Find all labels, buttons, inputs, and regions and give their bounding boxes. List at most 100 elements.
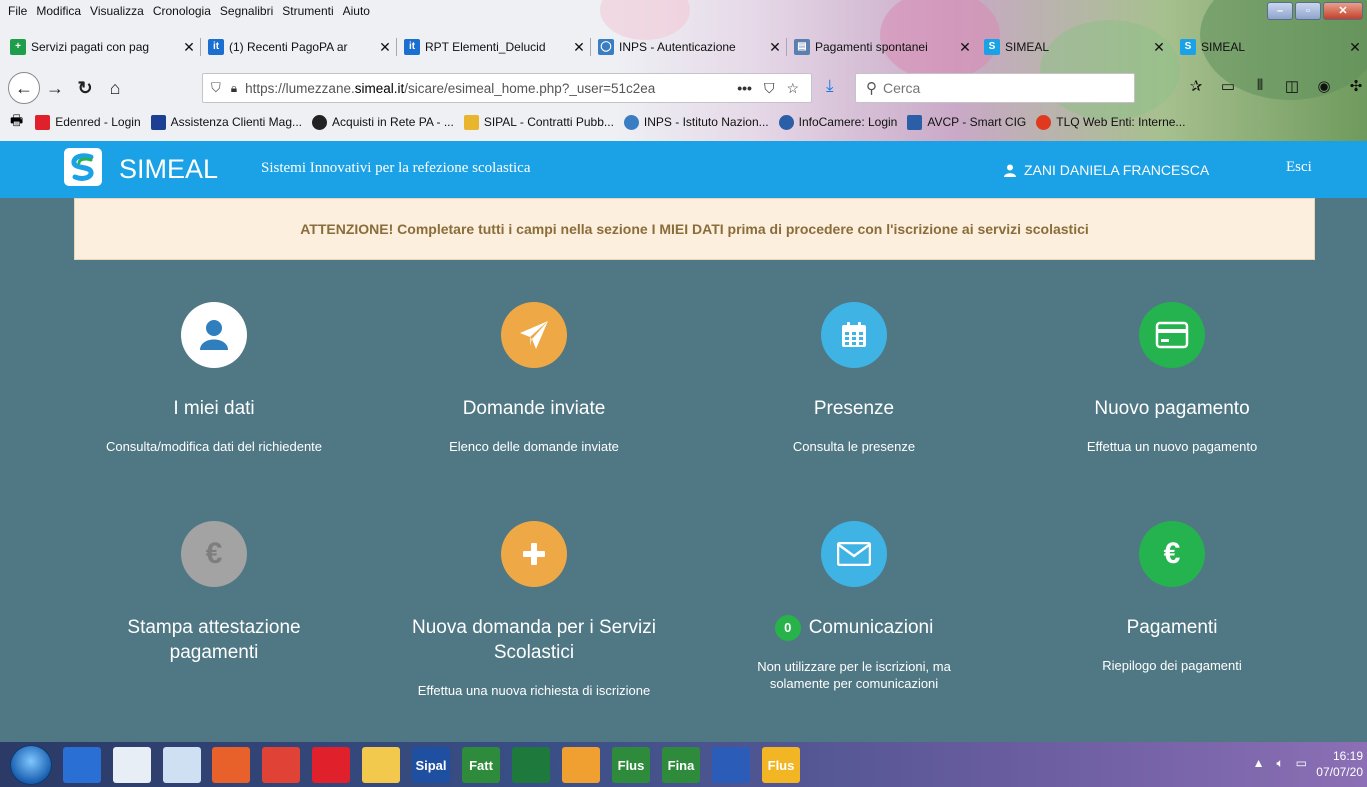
- page-actions-button[interactable]: •••: [737, 80, 752, 96]
- tile-presenze[interactable]: Presenze Consulta le presenze: [694, 302, 1014, 455]
- search-input[interactable]: [883, 80, 1113, 96]
- folder-icon[interactable]: [362, 747, 400, 783]
- star-app-icon[interactable]: [113, 747, 151, 783]
- system-clock[interactable]: 16:19 07/07/20: [1316, 748, 1363, 780]
- home-button[interactable]: ⌂: [100, 73, 130, 103]
- word-icon[interactable]: [712, 747, 750, 783]
- forward-button[interactable]: →: [40, 73, 70, 103]
- account-icon[interactable]: ◉: [1308, 77, 1340, 95]
- tab-rpt-elementi[interactable]: it RPT Elementi_Delucid ✕: [398, 33, 588, 61]
- tile-nuovo-pagamento[interactable]: Nuovo pagamento Effettua un nuovo pagame…: [1012, 302, 1332, 455]
- url-text[interactable]: https://lumezzane.simeal.it/sicare/esime…: [245, 81, 737, 96]
- tab-inps-autenticazione[interactable]: ◯ INPS - Autenticazione ✕: [592, 33, 784, 61]
- bookmark-avcp[interactable]: AVCP - Smart CIG: [907, 114, 1026, 130]
- excel-icon[interactable]: [512, 747, 550, 783]
- menu-modifica[interactable]: Modifica: [36, 4, 81, 18]
- close-tab-icon[interactable]: ✕: [1150, 39, 1168, 56]
- tab-recenti-pagopa[interactable]: it (1) Recenti PagoPA ar ✕: [202, 33, 394, 61]
- bookmark-star-icon[interactable]: ☆: [786, 80, 799, 97]
- tile-title[interactable]: Nuovo pagamento: [1012, 396, 1332, 421]
- search-box[interactable]: ⚲: [855, 73, 1135, 103]
- print-icon[interactable]: 🖶︎: [10, 110, 23, 134]
- address-bar[interactable]: ⛉ 🔒︎ https://lumezzane.simeal.it/sicare/…: [202, 73, 812, 103]
- flus-icon[interactable]: Flus: [762, 747, 800, 783]
- synced-tabs-icon[interactable]: ▭: [1212, 77, 1244, 95]
- window-close-button[interactable]: ✕: [1323, 2, 1363, 20]
- bookmark-infocamere[interactable]: InfoCamere: Login: [778, 114, 897, 130]
- tile-stampa-attestazione[interactable]: € Stampa attestazione pagamenti: [54, 521, 374, 682]
- logout-link[interactable]: Esci: [1286, 159, 1312, 176]
- tab-servizi-pagati[interactable]: + Servizi pagati con pag ✕: [4, 33, 198, 61]
- fatt-icon[interactable]: Fatt: [462, 747, 500, 783]
- tile-nuova-domanda[interactable]: Nuova domanda per i Servizi Scolastici E…: [374, 521, 694, 699]
- tile-domande-inviate[interactable]: Domande inviate Elenco delle domande inv…: [374, 302, 694, 455]
- close-tab-icon[interactable]: ✕: [766, 39, 784, 56]
- menu-cronologia[interactable]: Cronologia: [153, 4, 211, 18]
- pocket-icon[interactable]: ⛉: [764, 80, 775, 97]
- tab-simeal-2[interactable]: S SIMEAL ✕: [1174, 33, 1364, 61]
- tile-title[interactable]: Nuova domanda per i Servizi Scolastici: [389, 615, 679, 665]
- fina-icon[interactable]: Fina: [662, 747, 700, 783]
- tile-title[interactable]: Presenze: [694, 396, 1014, 421]
- bookmark-edenred[interactable]: Edenred - Login: [35, 114, 141, 130]
- tile-i-miei-dati[interactable]: I miei dati Consulta/modifica dati del r…: [54, 302, 374, 455]
- library-icon[interactable]: ⫴: [1244, 77, 1276, 95]
- bookmark-acquisti[interactable]: Acquisti in Rete PA - ...: [312, 114, 454, 130]
- close-tab-icon[interactable]: ✕: [1346, 39, 1364, 56]
- firefox-icon[interactable]: [212, 747, 250, 783]
- extension-icon[interactable]: ✣: [1340, 77, 1367, 95]
- bookmark-tlq[interactable]: TLQ Web Enti: Interne...: [1036, 114, 1185, 130]
- start-button[interactable]: [10, 745, 52, 785]
- tile-icon-circle[interactable]: [1139, 302, 1205, 368]
- tray-expand-icon[interactable]: ▲: [1253, 756, 1265, 771]
- tile-pagamenti[interactable]: € Pagamenti Riepilogo dei pagamenti: [1012, 521, 1332, 674]
- bookmarks-star-icon[interactable]: ✰: [1180, 77, 1212, 95]
- tile-title[interactable]: Stampa attestazione pagamenti: [114, 615, 314, 665]
- shield-icon[interactable]: ⛉: [211, 80, 221, 96]
- app-icon[interactable]: [562, 747, 600, 783]
- back-button[interactable]: ←: [8, 72, 40, 104]
- menu-file[interactable]: File: [8, 4, 27, 18]
- tile-icon-circle[interactable]: [821, 302, 887, 368]
- close-tab-icon[interactable]: ✕: [376, 39, 394, 56]
- simeal-logo[interactable]: [64, 148, 102, 186]
- edenred-icon[interactable]: [312, 747, 350, 783]
- download-icon[interactable]: ⤓: [826, 76, 834, 96]
- flus-icon[interactable]: Flus: [612, 747, 650, 783]
- bookmark-inps[interactable]: INPS - Istituto Nazion...: [623, 114, 769, 130]
- close-tab-icon[interactable]: ✕: [180, 39, 198, 56]
- tile-title[interactable]: 0 Comunicazioni: [694, 615, 1014, 641]
- tile-icon-circle[interactable]: [501, 302, 567, 368]
- tile-icon-circle[interactable]: [181, 302, 247, 368]
- sipal-icon[interactable]: Sipal: [412, 747, 450, 783]
- tile-title[interactable]: I miei dati: [54, 396, 374, 421]
- bookmark-sipal[interactable]: SIPAL - Contratti Pubb...: [463, 114, 614, 130]
- close-tab-icon[interactable]: ✕: [956, 39, 974, 56]
- tile-icon-circle[interactable]: [501, 521, 567, 587]
- tile-icon-circle[interactable]: €: [181, 521, 247, 587]
- volume-icon[interactable]: 🔈︎: [1276, 756, 1283, 771]
- close-tab-icon[interactable]: ✕: [570, 39, 588, 56]
- network-status-icon[interactable]: ▭: [1296, 756, 1307, 771]
- menu-aiuto[interactable]: Aiuto: [343, 4, 370, 18]
- reload-button[interactable]: ↻: [70, 73, 100, 103]
- user-menu[interactable]: ZANI DANIELA FRANCESCA: [1004, 162, 1209, 178]
- menu-strumenti[interactable]: Strumenti: [282, 4, 333, 18]
- sidebar-icon[interactable]: ◫: [1276, 77, 1308, 95]
- menu-visualizza[interactable]: Visualizza: [90, 4, 144, 18]
- tile-comunicazioni[interactable]: 0 Comunicazioni Non utilizzare per le isc…: [694, 521, 1014, 692]
- network-icon[interactable]: [163, 747, 201, 783]
- brand-name[interactable]: SIMEAL: [119, 154, 218, 185]
- tab-simeal-1[interactable]: S SIMEAL ✕: [978, 33, 1168, 61]
- lock-icon[interactable]: 🔒︎: [231, 81, 237, 96]
- tile-title[interactable]: Pagamenti: [1012, 615, 1332, 640]
- tile-icon-circle[interactable]: [821, 521, 887, 587]
- tab-pagamenti-spontanei[interactable]: ▤ Pagamenti spontanei ✕: [788, 33, 974, 61]
- minimize-button[interactable]: –: [1267, 2, 1293, 20]
- ie-icon[interactable]: [63, 747, 101, 783]
- tile-icon-circle[interactable]: €: [1139, 521, 1205, 587]
- menu-segnalibri[interactable]: Segnalibri: [220, 4, 273, 18]
- chrome-icon[interactable]: [262, 747, 300, 783]
- tile-title[interactable]: Domande inviate: [374, 396, 694, 421]
- bookmark-assistenza[interactable]: Assistenza Clienti Mag...: [150, 114, 302, 130]
